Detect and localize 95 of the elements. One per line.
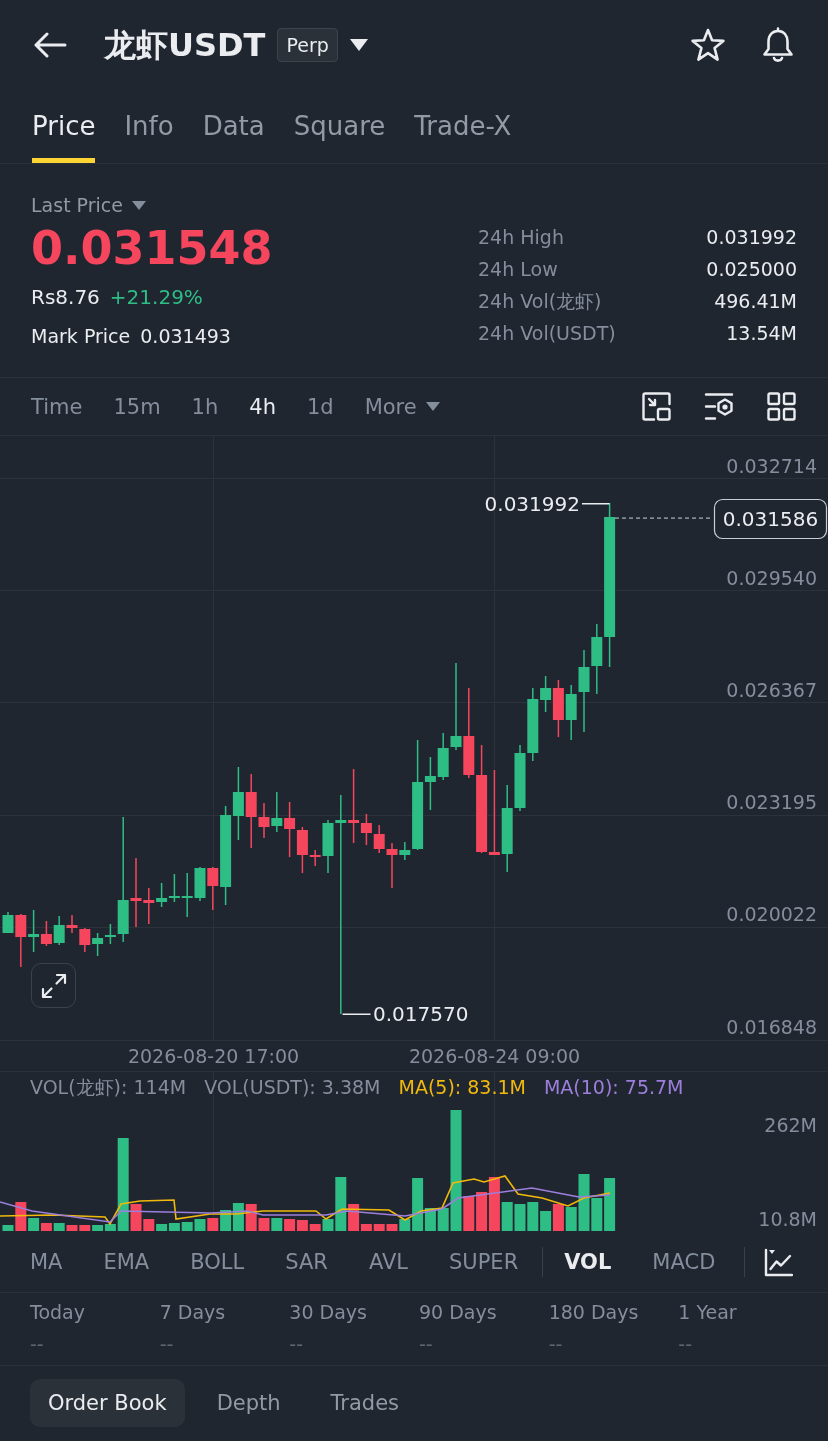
- price-axis-label: 0.026367: [726, 679, 817, 702]
- expand-button[interactable]: [31, 963, 76, 1008]
- interval-tab[interactable]: 1d: [306, 392, 334, 421]
- period-label: 180 Days: [548, 1300, 639, 1324]
- price-axis-label: 0.032714: [726, 455, 817, 477]
- nav-tab[interactable]: Data: [202, 111, 265, 163]
- indicator-tab[interactable]: SAR: [285, 1248, 328, 1276]
- mark-price-value: 0.031493: [140, 324, 231, 349]
- volume-bar: [514, 1204, 526, 1231]
- candlestick: [271, 792, 283, 832]
- indicator-tab[interactable]: VOL: [564, 1248, 612, 1276]
- line-chart-icon[interactable]: [764, 1247, 794, 1277]
- nav-tab[interactable]: Square: [293, 111, 386, 163]
- period-value: --: [159, 1332, 174, 1356]
- candlestick: [79, 928, 91, 952]
- picture-in-picture-icon[interactable]: [642, 392, 671, 421]
- indicator-tab[interactable]: MACD: [652, 1248, 716, 1276]
- volume-bar: [271, 1218, 283, 1231]
- bottom-tab[interactable]: Trades: [312, 1379, 418, 1427]
- period-value: --: [548, 1332, 563, 1356]
- stat-value: 496.41M: [714, 289, 797, 314]
- last-price: 0.031548: [31, 222, 274, 274]
- contract-type-badge: Perp: [277, 28, 338, 62]
- nav-tab[interactable]: Info: [124, 111, 174, 163]
- indicator-tab[interactable]: EMA: [103, 1248, 150, 1276]
- bell-icon[interactable]: [761, 27, 795, 63]
- period-label: Today: [30, 1300, 85, 1324]
- high-price-label: 0.031992: [484, 492, 580, 516]
- candlestick: [514, 745, 526, 811]
- stat-value: 13.54M: [726, 321, 797, 346]
- volume-bar: [284, 1219, 296, 1231]
- star-icon[interactable]: [690, 28, 726, 62]
- price-axis-label: 0.016848: [726, 1015, 817, 1038]
- volume-bar: [181, 1222, 193, 1231]
- volume-bar: [194, 1219, 206, 1231]
- stat-label: 24h Vol(USDT): [478, 321, 616, 346]
- mark-price-label: Mark Price: [31, 324, 131, 349]
- volume-legend-item: MA(10): 75.7M: [543, 1075, 684, 1099]
- volume-axis-label: 10.8M: [758, 1208, 817, 1230]
- back-arrow-icon[interactable]: [33, 32, 67, 58]
- period-label: 30 Days: [289, 1300, 367, 1324]
- period-value: --: [30, 1332, 44, 1356]
- current-price-tag: 0.031586: [713, 498, 828, 540]
- indicator-tab[interactable]: BOLL: [190, 1248, 245, 1276]
- stat-value: 0.031992: [706, 225, 797, 250]
- indicator-tab[interactable]: SUPER: [449, 1248, 519, 1276]
- nav-tab[interactable]: Trade-X: [414, 111, 512, 163]
- volume-legend-item: MA(5): 83.1M: [398, 1075, 526, 1099]
- more-dropdown[interactable]: More: [364, 392, 440, 421]
- stat-label: 24h High: [478, 225, 564, 250]
- indicator-tab[interactable]: AVL: [368, 1248, 408, 1276]
- indicator-tab[interactable]: MA: [30, 1248, 63, 1276]
- bottom-tab[interactable]: Depth: [198, 1379, 299, 1427]
- price-change: +21.29%: [109, 284, 203, 310]
- caret-icon: [425, 402, 440, 411]
- stat-label: 24h Low: [478, 257, 558, 282]
- caret-icon[interactable]: [349, 39, 368, 51]
- low-price-label: 0.017570: [373, 1002, 469, 1026]
- leader-line: [582, 503, 610, 505]
- period-value: --: [678, 1332, 693, 1356]
- bottom-tab[interactable]: Order Book: [30, 1379, 185, 1427]
- stat-label: 24h Vol(龙虾): [478, 289, 602, 314]
- candlestick: [284, 802, 296, 857]
- grid-icon[interactable]: [767, 392, 796, 421]
- volume-bar: [552, 1204, 564, 1231]
- expand-icon: [40, 972, 67, 999]
- volume-legend-item: VOL(USDT): 3.38M: [204, 1075, 381, 1099]
- period-value: --: [289, 1332, 304, 1356]
- symbol-title: 龙虾USDT: [104, 25, 266, 65]
- time-axis-label: 2026-08-24 09:00: [408, 1045, 581, 1067]
- candlestick: [194, 867, 206, 901]
- time-axis-label: 2026-08-20 17:00: [127, 1045, 300, 1067]
- leader-line: [342, 1013, 371, 1015]
- volume-legend-item: VOL(龙虾): 114M: [30, 1075, 187, 1099]
- interval-tab[interactable]: 4h: [249, 392, 276, 421]
- stat-value: 0.025000: [706, 257, 797, 282]
- price-axis-label: 0.023195: [726, 791, 817, 814]
- period-label: 90 Days: [419, 1300, 497, 1324]
- caret-icon: [131, 200, 146, 210]
- volume-bar: [476, 1192, 488, 1231]
- interval-tab[interactable]: 1h: [191, 392, 219, 421]
- period-value: --: [419, 1332, 433, 1356]
- settings-icon[interactable]: [704, 392, 734, 421]
- candlestick: [92, 933, 104, 956]
- price-type-dropdown[interactable]: Last Price: [31, 192, 146, 218]
- period-label: 7 Days: [159, 1300, 226, 1324]
- interval-tab[interactable]: 15m: [113, 392, 161, 421]
- volume-axis-label: 262M: [764, 1114, 817, 1136]
- price-axis-label: 0.020022: [726, 903, 817, 926]
- period-label: 1 Year: [678, 1300, 737, 1324]
- nav-tab[interactable]: Price: [32, 111, 96, 163]
- volume-bar: [232, 1203, 244, 1231]
- price-axis-label: 0.029540: [726, 567, 817, 590]
- fiat-price: Rs8.76: [31, 284, 100, 310]
- interval-tab[interactable]: Time: [31, 392, 83, 421]
